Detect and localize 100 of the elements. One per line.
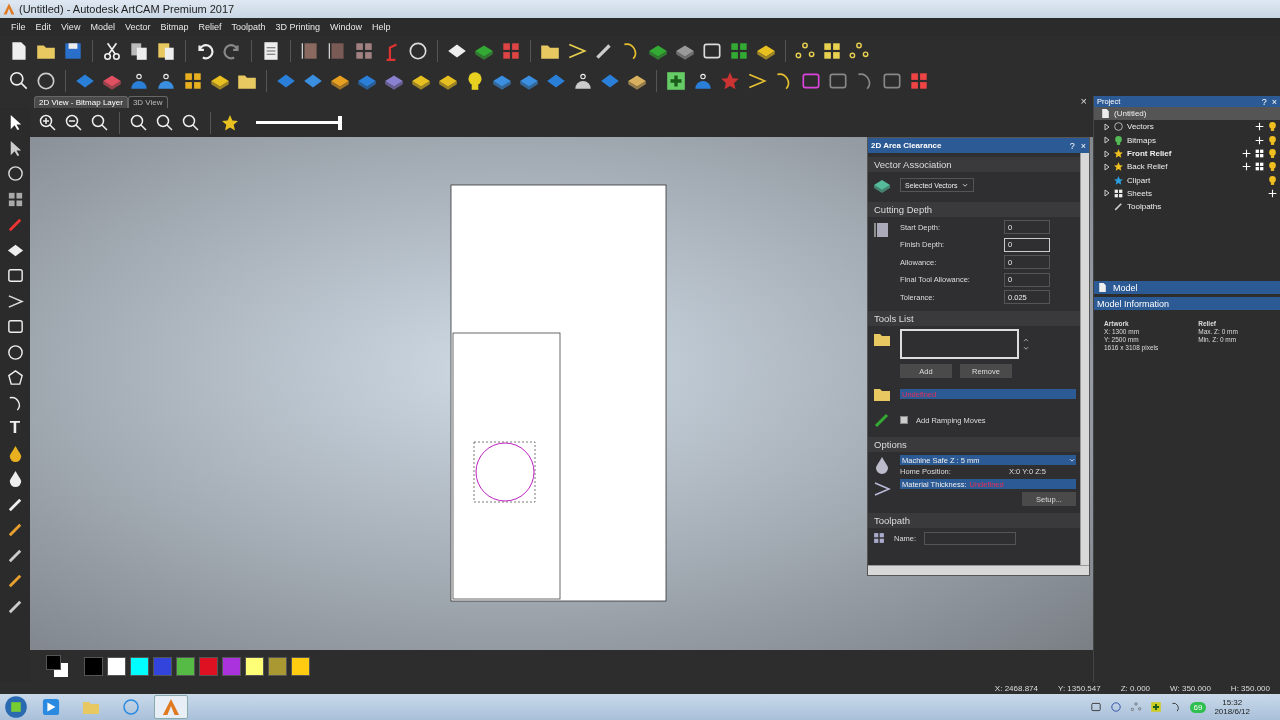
color-swatch[interactable] [199,656,218,676]
menu-item[interactable]: Edit [30,22,57,32]
current-colors-icon[interactable] [46,655,70,677]
close-icon[interactable]: × [1080,95,1087,107]
expand-arrow-icon[interactable] [1104,189,1110,198]
menu-item[interactable]: Model [85,22,120,32]
save-icon[interactable] [62,40,84,62]
tree-item[interactable]: (Untitled) [1094,107,1280,121]
vertical-scrollbar[interactable] [1080,153,1089,565]
circle-icon[interactable] [35,70,57,92]
square-icon[interactable] [5,317,25,336]
zoom-out-icon[interactable] [64,112,84,133]
grid-icon [872,531,886,545]
menu-item[interactable]: View [56,22,86,32]
horizontal-scrollbar[interactable] [868,565,1089,575]
close-button[interactable]: × [1271,96,1277,107]
magnifier-icon[interactable] [8,70,30,92]
add-icon[interactable] [1149,701,1162,713]
circle-icon[interactable] [5,342,25,362]
magnifier-icon[interactable] [181,112,201,133]
angle-icon [872,479,892,499]
color-swatch[interactable] [222,656,241,676]
square-icon[interactable] [5,266,25,285]
menu-item[interactable]: Help [367,22,396,32]
copy-icon[interactable] [128,40,150,62]
text-tool[interactable]: T [9,419,21,437]
nodes-icon[interactable] [1129,701,1142,713]
color-swatch[interactable] [130,656,149,676]
pentagon-icon[interactable] [5,368,25,387]
status-text: H: 350.000 [1230,683,1270,693]
bulb-icon[interactable] [1267,161,1278,173]
view-tab[interactable]: 3D View [127,96,168,108]
star-icon [1113,174,1124,186]
tree-label[interactable]: Back Relief [1127,162,1168,172]
panel-title: Model [1113,282,1139,293]
color-swatch[interactable] [176,656,195,676]
star-icon[interactable] [719,70,741,92]
tree-label[interactable]: Bitmaps [1127,135,1156,145]
color-swatch[interactable] [107,656,126,676]
tree-label[interactable]: Sheets [1127,188,1152,198]
start-button[interactable] [4,695,28,719]
caret-icon[interactable] [1022,344,1030,352]
menu-item[interactable]: Window [325,22,368,32]
plus-icon[interactable] [1254,134,1265,146]
plus-icon[interactable] [1254,121,1265,133]
magnifier-icon[interactable] [129,112,149,133]
zoom-in-icon[interactable] [38,112,58,133]
color-swatch[interactable] [84,656,103,676]
name-field[interactable] [924,531,1017,545]
caret-icon[interactable] [1068,456,1076,464]
magnifier-icon[interactable] [90,112,110,133]
arc-icon[interactable] [1169,701,1182,713]
close-button[interactable]: × [1080,140,1086,151]
menu-item[interactable]: 3D Printing [270,22,325,32]
color-swatch[interactable] [153,656,172,676]
tree-label[interactable]: Toolpaths [1127,202,1162,212]
tools-listbox[interactable] [900,329,1019,359]
grid-icon[interactable] [821,40,843,62]
color-swatch[interactable] [268,656,287,676]
menu-item[interactable]: Vector [119,22,156,32]
menu-item[interactable]: Bitmap [155,22,194,32]
grid-icon[interactable] [1254,148,1265,160]
tree-label[interactable]: Clipart [1127,175,1151,185]
slider-thumb[interactable] [338,115,342,130]
taskbar-app[interactable] [154,695,188,719]
color-swatch[interactable] [245,656,264,676]
play-icon[interactable] [42,698,60,716]
help-button[interactable]: ? [1261,96,1267,107]
pen-icon [1113,201,1124,213]
grid-icon[interactable] [1254,161,1265,173]
circle-icon[interactable] [5,164,25,183]
color-swatch[interactable] [291,656,310,676]
grid-icon[interactable] [182,70,204,92]
scissors-icon[interactable] [101,40,123,62]
menu-item[interactable]: File [6,22,31,32]
bulb-icon[interactable] [1267,134,1278,146]
tree-label[interactable]: Front Relief [1127,149,1172,159]
bulb-icon[interactable] [1267,148,1278,160]
plus-icon[interactable] [1241,161,1252,173]
plus-icon[interactable] [1241,148,1252,160]
tree-label[interactable]: Vectors [1127,122,1154,132]
window-title: (Untitled) - Autodesk ArtCAM Premium 2017 [19,3,235,15]
caret-icon[interactable] [960,181,969,189]
square-icon[interactable] [1089,701,1102,713]
section-title: Toolpath [874,515,910,526]
menu-item[interactable]: Toolpath [226,22,271,32]
circle-icon[interactable] [407,40,429,62]
magnifier-icon[interactable] [155,112,175,133]
add-icon[interactable] [665,70,687,92]
bulb-icon[interactable] [1267,121,1278,133]
menu-item[interactable]: Relief [193,22,227,32]
checkbox[interactable] [900,416,908,424]
status-text: Z: 0.000 [1120,683,1151,693]
drawing-canvas[interactable] [30,137,1093,650]
bulb-icon[interactable] [1267,174,1278,186]
up-caret-icon[interactable] [1022,336,1030,344]
help-button[interactable]: ? [1069,140,1075,151]
paste-icon[interactable] [155,40,177,62]
view-tab[interactable]: 2D View - Bitmap Layer [34,96,128,108]
plus-icon[interactable] [1267,187,1278,199]
